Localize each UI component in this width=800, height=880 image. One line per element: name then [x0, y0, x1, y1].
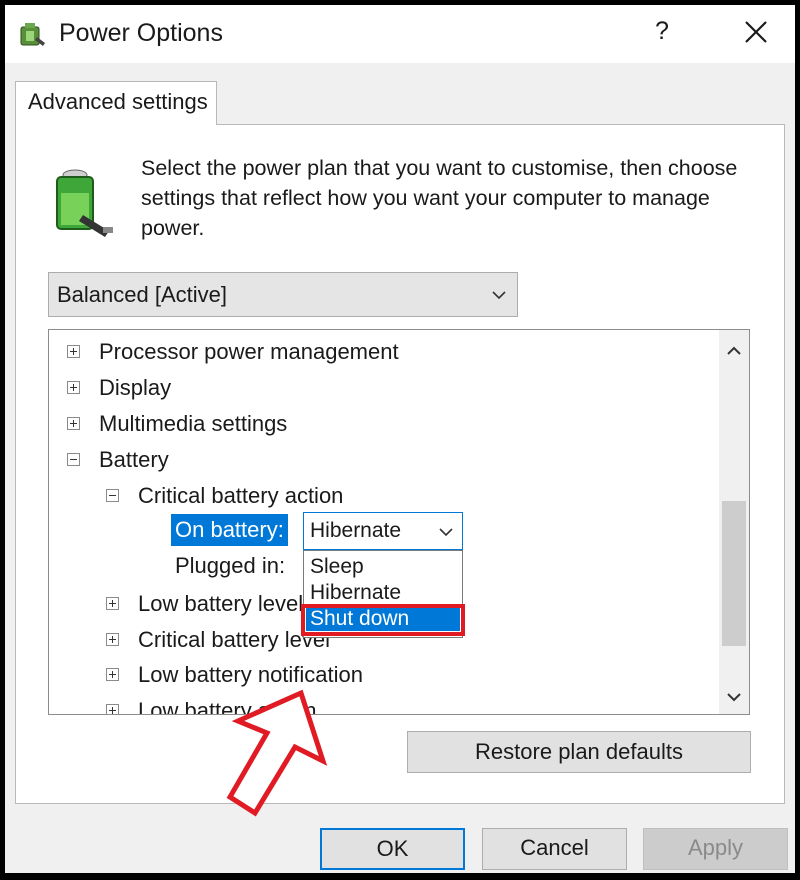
power-options-icon: [20, 23, 45, 46]
chevron-down-icon: [439, 528, 453, 537]
annotation-highlight-box: [301, 604, 465, 636]
scrollbar-thumb[interactable]: [722, 501, 746, 646]
expand-icon[interactable]: [106, 597, 119, 610]
restore-plan-defaults-button[interactable]: Restore plan defaults: [407, 731, 751, 773]
ok-button[interactable]: OK: [320, 828, 465, 870]
tree-scrollbar[interactable]: [719, 330, 749, 714]
tab-advanced-settings[interactable]: Advanced settings: [15, 81, 217, 125]
help-button[interactable]: ?: [655, 17, 669, 46]
expand-icon[interactable]: [67, 417, 80, 430]
expand-icon[interactable]: [106, 668, 119, 681]
expand-icon[interactable]: [67, 381, 80, 394]
cancel-button[interactable]: Cancel: [482, 828, 627, 870]
battery-plug-icon: [56, 169, 113, 237]
chevron-down-icon: [492, 291, 506, 300]
window-title: Power Options: [59, 19, 223, 47]
option-sleep[interactable]: Sleep: [306, 554, 460, 579]
power-plan-value: Balanced [Active]: [57, 282, 227, 307]
on-battery-action-select[interactable]: Hibernate: [303, 512, 463, 550]
collapse-icon[interactable]: [106, 489, 119, 502]
scroll-down-icon[interactable]: [719, 682, 749, 712]
power-plan-dropdown[interactable]: Balanced [Active]: [48, 272, 518, 317]
expand-icon[interactable]: [106, 704, 119, 714]
title-bar: Power Options ?: [5, 5, 795, 63]
expand-icon[interactable]: [67, 345, 80, 358]
expand-icon[interactable]: [106, 633, 119, 646]
combo-value: Hibernate: [310, 519, 402, 542]
collapse-icon[interactable]: [67, 453, 80, 466]
dialog-content: Advanced settings Select the power plan …: [5, 63, 795, 873]
power-options-dialog: Power Options ? Advanced settings Select…: [5, 5, 795, 873]
description-text: Select the power plan that you want to c…: [141, 156, 738, 240]
option-hibernate[interactable]: Hibernate: [306, 580, 460, 605]
scroll-up-icon[interactable]: [719, 336, 749, 366]
settings-tree: Processor power management Display Multi…: [48, 329, 750, 715]
apply-button[interactable]: Apply: [643, 828, 788, 870]
close-icon[interactable]: [741, 17, 771, 47]
